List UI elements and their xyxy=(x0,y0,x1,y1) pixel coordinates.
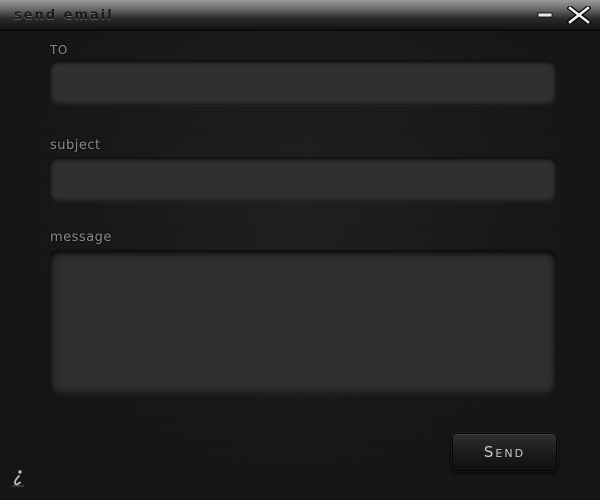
window-title: send email xyxy=(14,8,114,23)
subject-label: subject xyxy=(50,138,101,153)
send-email-window: send email TO subject message Send xyxy=(0,0,600,500)
message-textarea[interactable] xyxy=(49,250,557,395)
close-icon xyxy=(567,6,591,24)
subject-input[interactable] xyxy=(49,157,557,202)
minimize-icon xyxy=(537,12,553,18)
title-bar[interactable]: send email xyxy=(0,0,600,30)
info-icon[interactable] xyxy=(9,468,27,488)
to-input[interactable] xyxy=(49,60,557,105)
send-button-label: Send xyxy=(483,443,526,461)
close-button[interactable] xyxy=(566,4,592,26)
message-label: message xyxy=(50,230,112,245)
to-label: TO xyxy=(50,43,68,57)
minimize-button[interactable] xyxy=(532,4,558,26)
send-button[interactable]: Send xyxy=(452,433,557,471)
info-glyph-icon xyxy=(12,470,24,487)
